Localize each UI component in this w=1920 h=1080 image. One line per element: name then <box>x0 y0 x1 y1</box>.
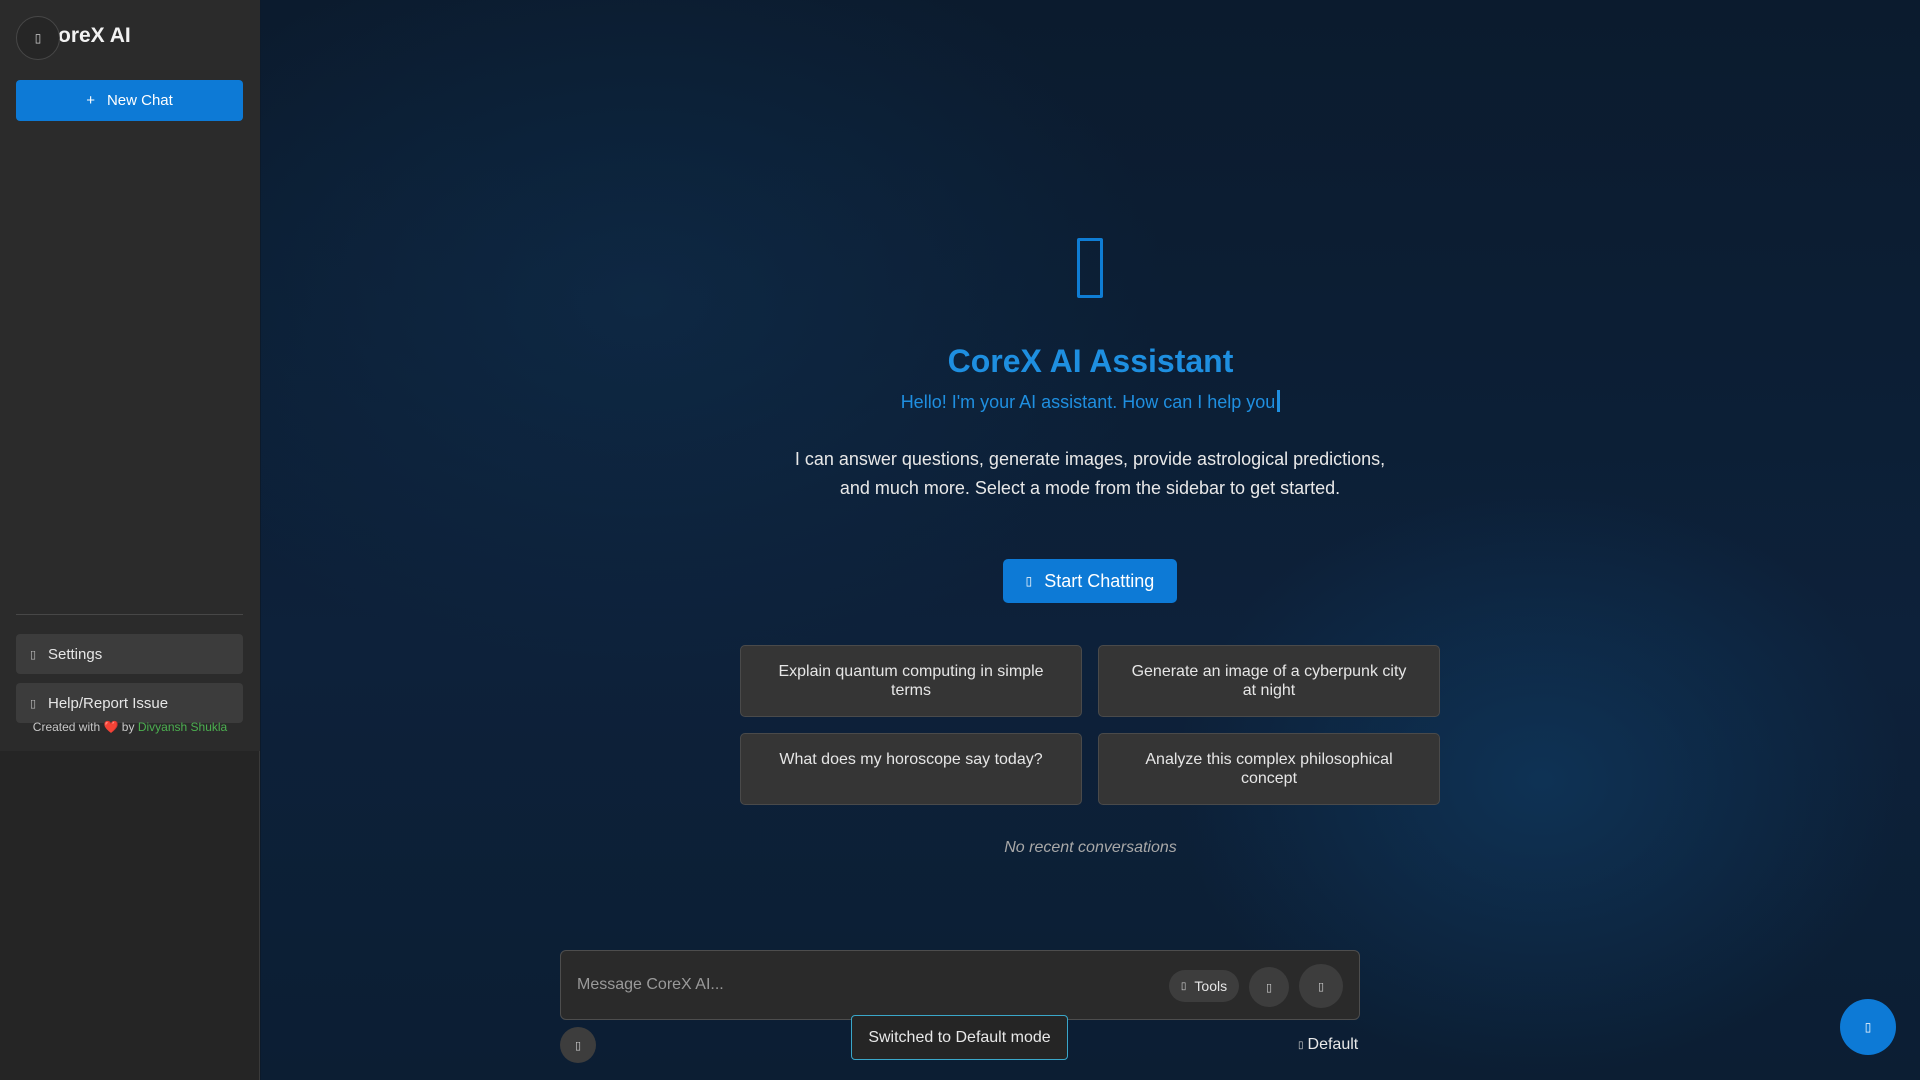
hero-title: CoreX AI Assistant <box>947 343 1234 379</box>
new-chat-button[interactable]: + New Chat <box>16 80 243 121</box>
settings-button[interactable]: ▯ Settings <box>16 634 243 674</box>
hero-description: I can answer questions, generate images,… <box>794 449 1386 498</box>
chat-icon: ▯ <box>1025 574 1033 588</box>
assistant-logo-icon <box>1077 238 1103 298</box>
hero-subtitle: Hello! I'm your AI assistant. How can I … <box>261 390 1920 413</box>
attach-button[interactable]: ▯ <box>560 1027 596 1063</box>
menu-icon: ▯ <box>34 31 42 45</box>
mode-icon: ▯ <box>1298 1039 1304 1051</box>
sidebar-divider <box>16 614 243 615</box>
suggestion-card[interactable]: Explain quantum computing in simple term… <box>740 645 1082 717</box>
mode-toast: Switched to Default mode <box>851 1015 1068 1060</box>
microphone-icon: ▯ <box>1265 981 1273 994</box>
gear-icon: ▯ <box>29 648 37 661</box>
sidebar: oreX AI ▯ + New Chat ▯ Settings ▯ Help/R… <box>0 0 260 1080</box>
tools-button[interactable]: ▯ Tools <box>1169 970 1239 1002</box>
no-recent-text: No recent conversations <box>1004 839 1177 856</box>
suggestion-card[interactable]: Generate an image of a cyberpunk city at… <box>1098 645 1440 717</box>
new-chat-label: New Chat <box>106 92 173 109</box>
credit-by: by <box>121 720 135 734</box>
app-logo-text: oreX AI <box>58 24 131 47</box>
credit-line: Created with ❤️ by Divyansh Shukla <box>0 720 260 734</box>
typing-cursor <box>1277 390 1281 412</box>
typing-text: Hello! I'm your AI assistant. How can I … <box>900 392 1276 412</box>
help-icon: ▯ <box>29 697 37 710</box>
settings-label: Settings <box>48 645 103 663</box>
voice-button[interactable]: ▯ <box>1249 967 1289 1007</box>
credit-prefix: Created with <box>32 720 101 734</box>
mode-label: Default <box>1307 1036 1359 1053</box>
floating-action-button[interactable]: ▯ <box>1840 999 1896 1055</box>
menu-toggle-button[interactable]: ▯ <box>16 16 60 60</box>
attach-icon: ▯ <box>574 1039 582 1052</box>
send-icon: ▯ <box>1317 980 1325 993</box>
help-report-button[interactable]: ▯ Help/Report Issue <box>16 683 243 723</box>
current-mode-indicator[interactable]: ▯ Default <box>1298 1036 1358 1054</box>
author-link[interactable]: Divyansh Shukla <box>138 720 227 734</box>
plus-icon: + <box>86 92 95 109</box>
main-area: CoreX AI Assistant Hello! I'm your AI as… <box>261 0 1920 1080</box>
start-chatting-label: Start Chatting <box>1044 570 1155 591</box>
suggestion-card[interactable]: What does my horoscope say today? <box>740 733 1082 805</box>
help-report-label: Help/Report Issue <box>48 694 169 712</box>
send-button[interactable]: ▯ <box>1299 964 1343 1008</box>
start-chatting-button[interactable]: ▯ Start Chatting <box>1003 559 1177 603</box>
heart-icon: ❤️ <box>103 720 119 734</box>
tools-icon: ▯ <box>1180 980 1187 992</box>
fab-icon: ▯ <box>1864 1020 1872 1034</box>
suggestion-card[interactable]: Analyze this complex philosophical conce… <box>1098 733 1440 805</box>
tools-label: Tools <box>1194 978 1228 994</box>
message-composer: ▯ Tools ▯ ▯ <box>560 950 1360 1020</box>
message-input[interactable] <box>577 971 1137 999</box>
sidebar-panel: oreX AI ▯ + New Chat ▯ Settings ▯ Help/R… <box>0 0 260 751</box>
